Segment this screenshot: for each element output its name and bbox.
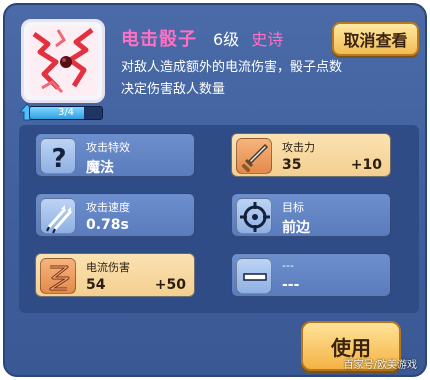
- stat-value: 前边: [282, 220, 310, 236]
- question-icon: ?: [40, 138, 76, 174]
- progress-bar: 3/4: [29, 106, 103, 120]
- arrows-icon: [40, 198, 76, 234]
- stat-attack-power: 攻击力 35 +10: [231, 133, 391, 177]
- lightning-icon: [40, 258, 76, 294]
- progress-text: 3/4: [57, 107, 75, 118]
- stat-label: 攻击力: [282, 141, 315, 154]
- sword-icon: [236, 138, 272, 174]
- cancel-view-button[interactable]: 取消查看: [332, 22, 419, 56]
- dice-description: 对敌人造成额外的电流伤害，骰子点数决定伤害敌人数量: [121, 60, 343, 97]
- stat-value: ---: [282, 277, 300, 293]
- svg-text:?: ?: [51, 144, 66, 174]
- stat-value: 魔法: [86, 160, 114, 176]
- stat-label: 目标: [282, 201, 304, 214]
- stat-electric-damage: 电流伤害 54 +50: [35, 253, 195, 297]
- crosshair-icon: [236, 198, 272, 234]
- stat-target: 目标 前边: [231, 193, 391, 237]
- title-row: 电击骰子 6级 史诗: [121, 27, 284, 50]
- stat-attack-speed: 攻击速度 0.78s: [35, 193, 195, 237]
- stats-area: ? 攻击特效 魔法 攻击力 35 +10 攻击速度 0.78s 目标 前边 电流…: [19, 125, 419, 313]
- stat-bonus: +10: [350, 157, 382, 173]
- stat-value: 0.78s: [86, 217, 129, 233]
- stat-label: 攻击特效: [86, 141, 130, 154]
- dice-icon-card: [21, 19, 105, 103]
- stat-bonus: +50: [154, 277, 186, 293]
- stat-value: 35: [282, 157, 302, 173]
- stat-attack-effect: ? 攻击特效 魔法: [35, 133, 195, 177]
- dice-rarity: 史诗: [251, 30, 284, 49]
- stat-empty: --- ---: [231, 253, 391, 297]
- dash-icon: [236, 258, 272, 294]
- stat-label: 攻击速度: [86, 201, 130, 214]
- electric-dice-icon: [28, 26, 98, 96]
- upgrade-progress: 3/4: [19, 103, 103, 123]
- stat-value: 54: [86, 277, 106, 293]
- watermark: 百家号/欧美游戏: [343, 360, 417, 371]
- dice-level: 6级: [213, 30, 240, 49]
- dice-name: 电击骰子: [121, 29, 197, 50]
- stat-label: 电流伤害: [86, 261, 130, 274]
- dice-detail-panel: 3/4 电击骰子 6级 史诗 对敌人造成额外的电流伤害，骰子点数决定伤害敌人数量…: [3, 3, 427, 377]
- stat-label: ---: [282, 259, 294, 272]
